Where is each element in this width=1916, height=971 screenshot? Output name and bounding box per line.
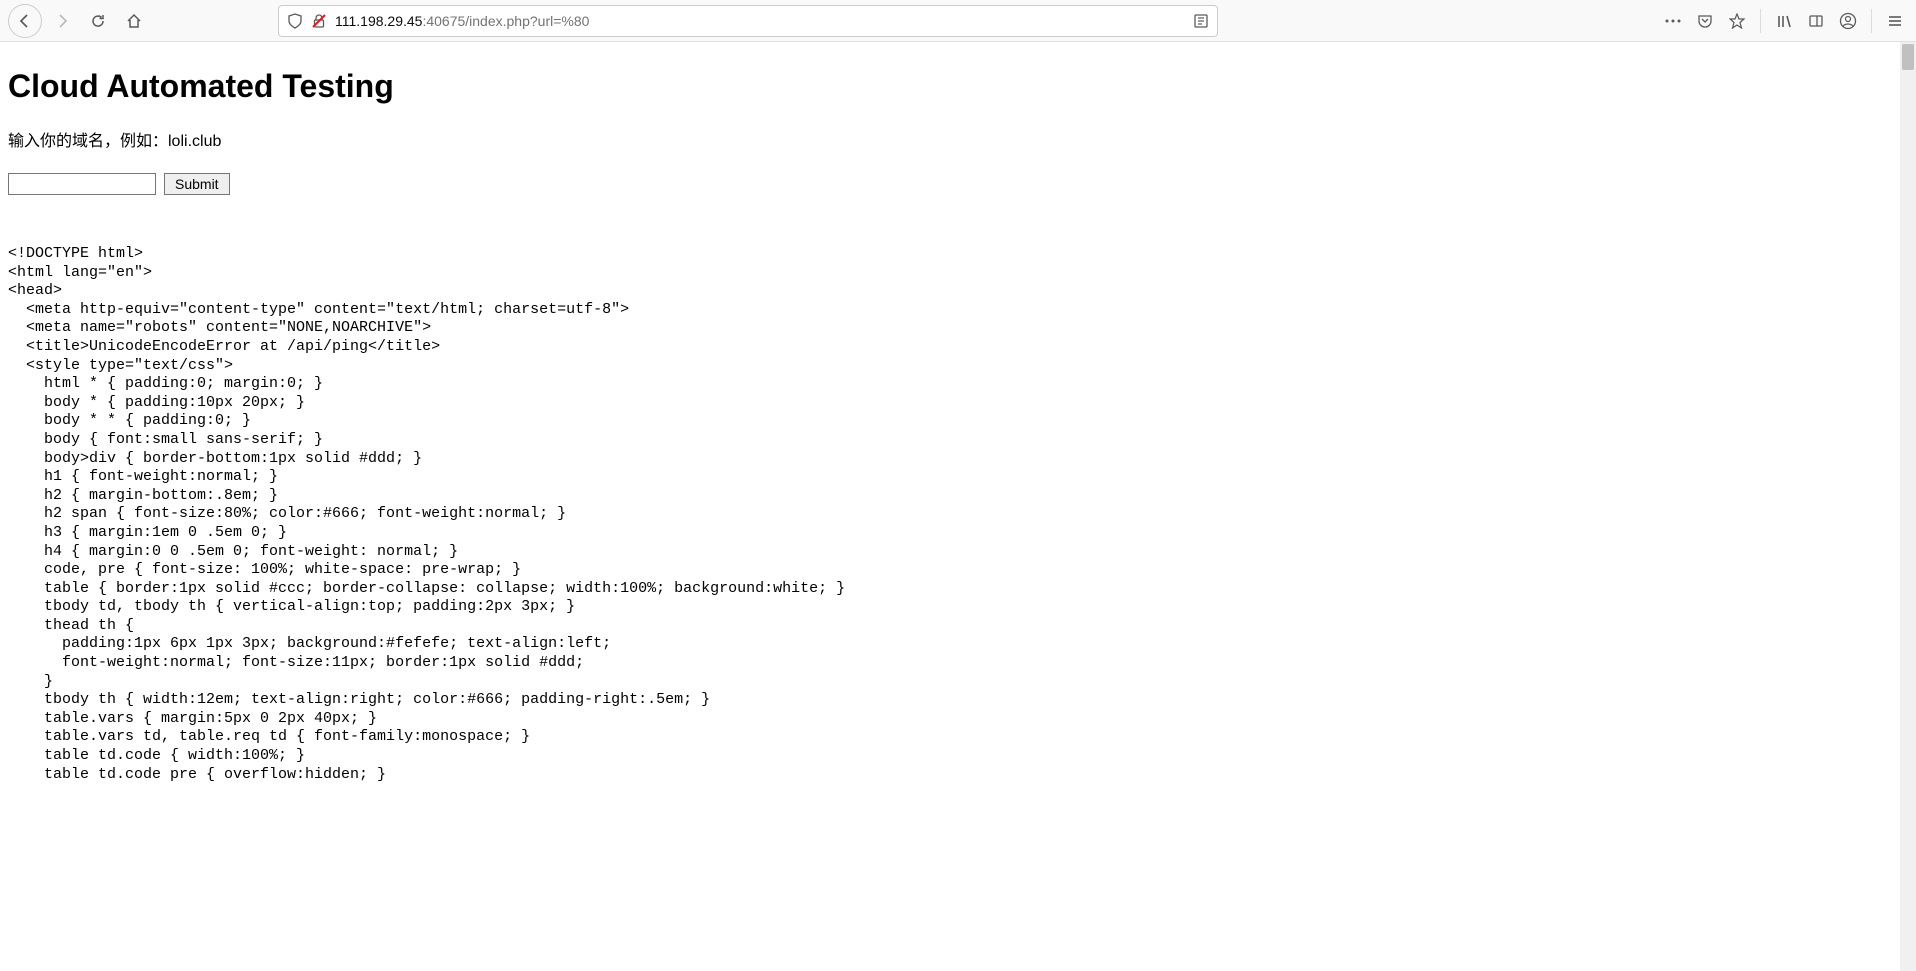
home-button[interactable] <box>118 5 150 37</box>
browser-toolbar: 111.198.29.45:40675/index.php?url=%80 <box>0 0 1916 42</box>
library-icon[interactable] <box>1775 12 1793 30</box>
reader-mode-icon[interactable] <box>1193 13 1209 29</box>
scrollbar-thumb[interactable] <box>1902 44 1914 70</box>
code-output: <!DOCTYPE html> <html lang="en"> <head> … <box>8 245 1908 784</box>
forward-button[interactable] <box>46 5 78 37</box>
domain-input[interactable] <box>8 173 156 195</box>
scrollbar-track[interactable] <box>1900 42 1916 971</box>
hamburger-menu-icon[interactable] <box>1886 12 1904 30</box>
url-text: 111.198.29.45:40675/index.php?url=%80 <box>335 13 1185 29</box>
more-dots-icon[interactable] <box>1664 12 1682 30</box>
insecure-icon <box>311 13 327 29</box>
page-title: Cloud Automated Testing <box>8 68 1908 105</box>
url-bar[interactable]: 111.198.29.45:40675/index.php?url=%80 <box>278 5 1218 37</box>
back-button[interactable] <box>8 4 42 38</box>
form-row: Submit <box>8 173 1908 195</box>
toolbar-divider-2 <box>1871 9 1872 33</box>
submit-button[interactable]: Submit <box>164 173 230 195</box>
page-content: Cloud Automated Testing 输入你的域名，例如：loli.c… <box>0 42 1916 971</box>
nav-buttons <box>8 4 150 38</box>
sidebar-icon[interactable] <box>1807 12 1825 30</box>
bookmark-star-icon[interactable] <box>1728 12 1746 30</box>
toolbar-divider <box>1760 9 1761 33</box>
pocket-icon[interactable] <box>1696 12 1714 30</box>
toolbar-right-icons <box>1664 9 1908 33</box>
shield-icon <box>287 13 303 29</box>
page-description: 输入你的域名，例如：loli.club <box>8 127 1908 151</box>
reload-button[interactable] <box>82 5 114 37</box>
account-icon[interactable] <box>1839 12 1857 30</box>
